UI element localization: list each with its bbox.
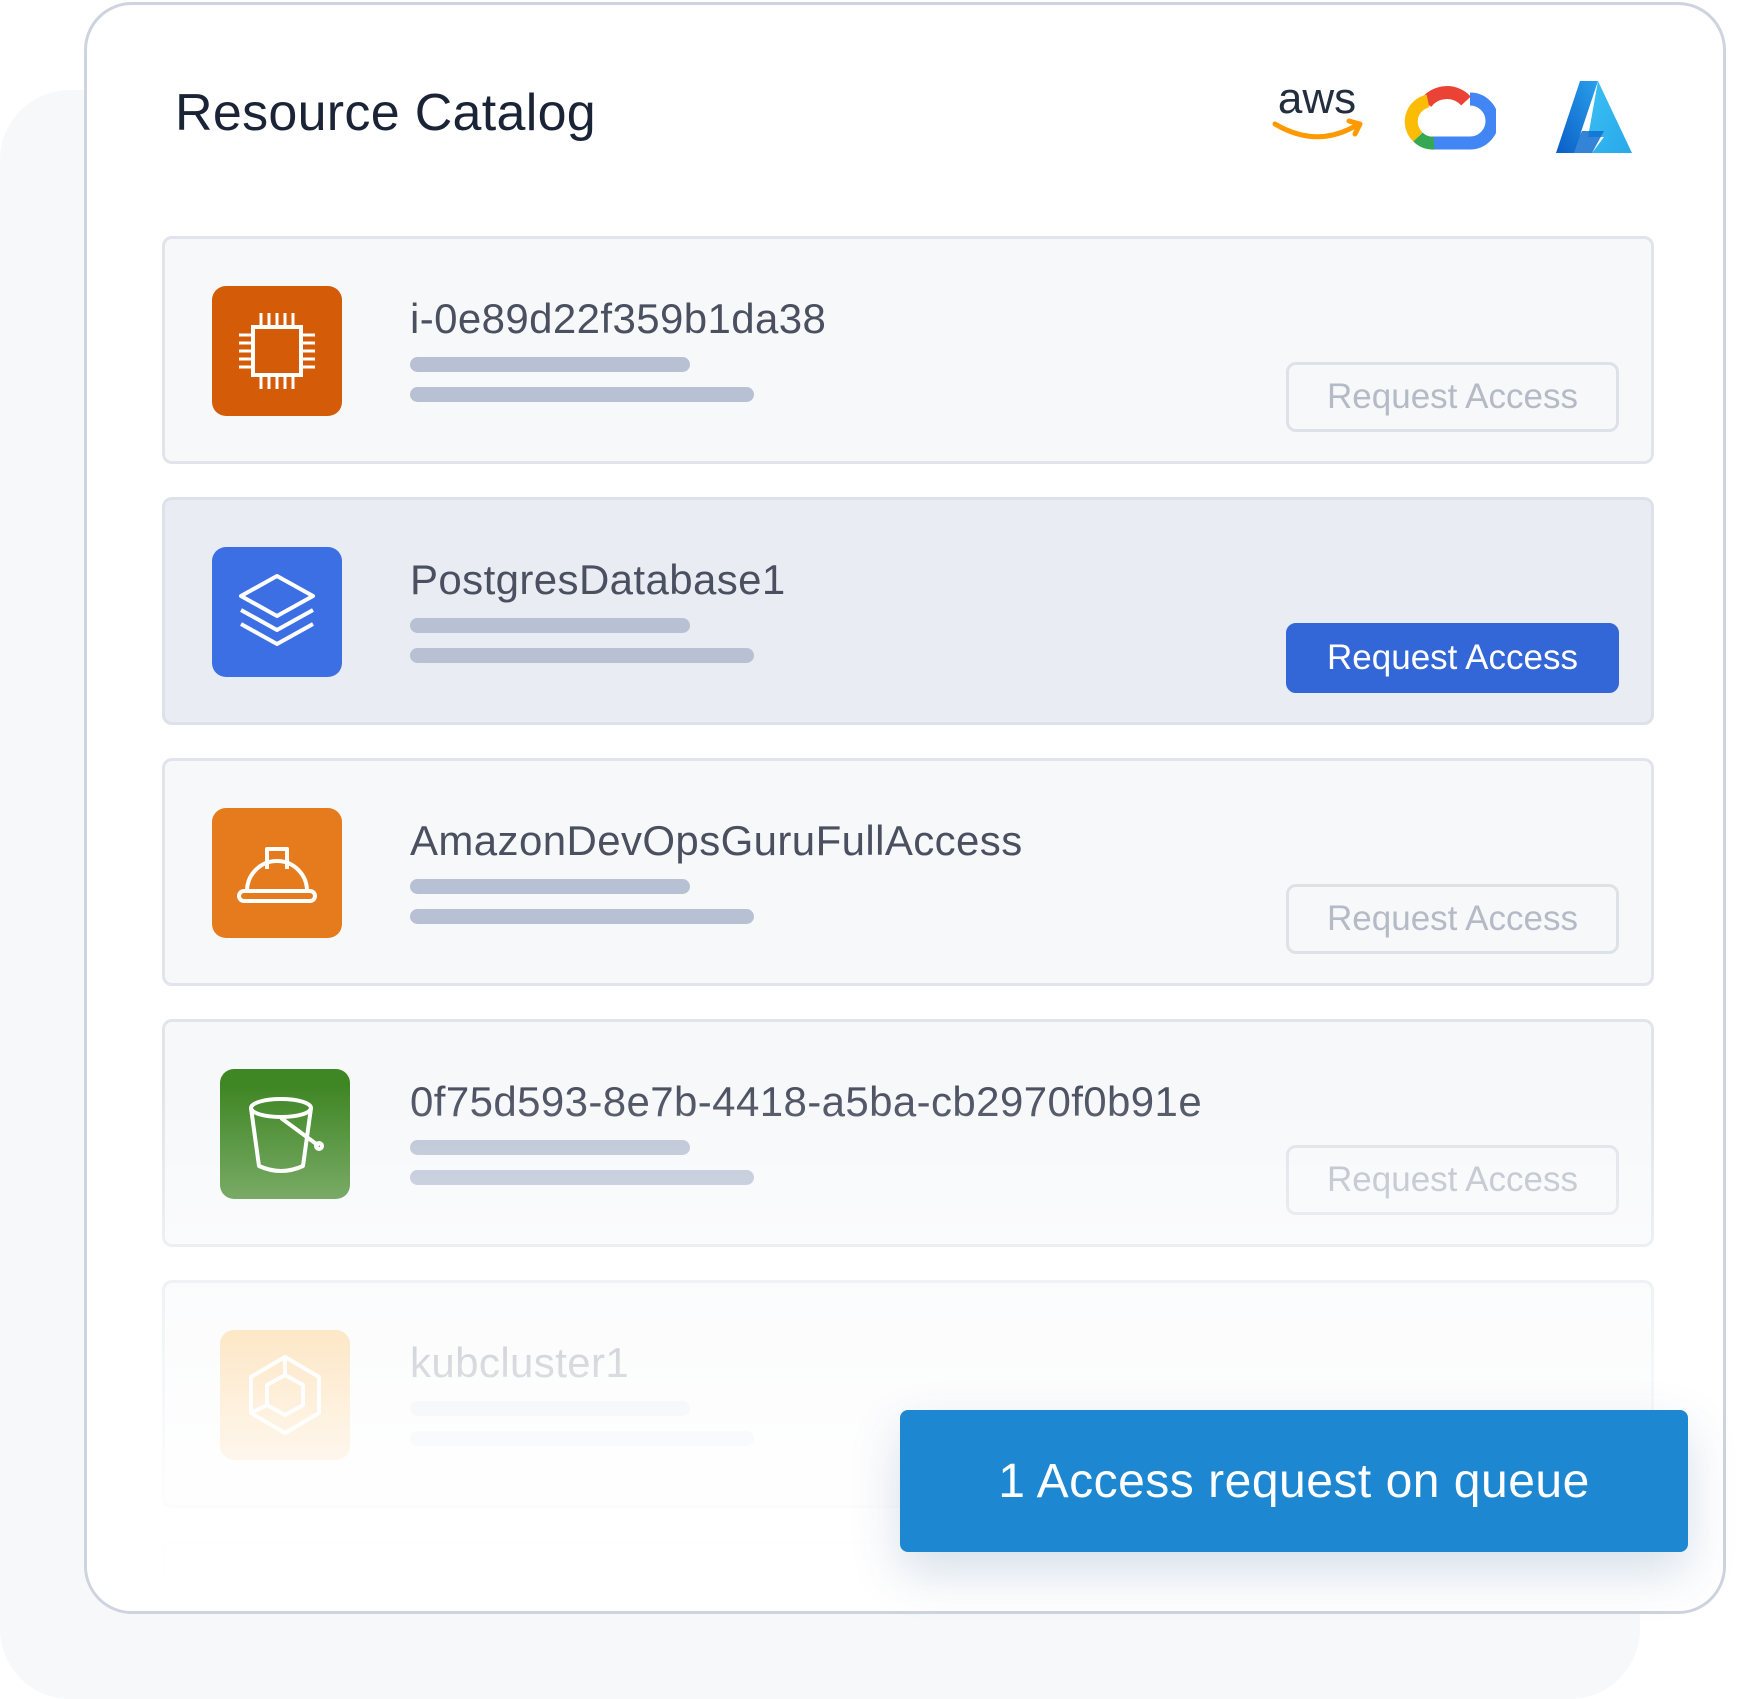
kubernetes-cluster-icon: [220, 1330, 350, 1460]
description-placeholder: [410, 909, 754, 924]
page-title: Resource Catalog: [175, 84, 597, 142]
aws-wordmark: aws: [1278, 79, 1356, 123]
description-placeholder: [410, 1170, 754, 1185]
description-placeholder: [410, 648, 754, 663]
database-layers-icon: [212, 547, 342, 677]
resource-row[interactable]: PostgresDatabase1 Request Access: [162, 497, 1654, 725]
google-cloud-logo: [1404, 79, 1496, 151]
cpu-chip-icon: [212, 286, 342, 416]
bucket-icon: [220, 1069, 350, 1199]
resource-row[interactable]: 0f75d593-8e7b-4418-a5ba-cb2970f0b91e Req…: [162, 1019, 1654, 1247]
request-access-button[interactable]: Request Access: [1286, 884, 1619, 954]
access-queue-banner[interactable]: 1 Access request on queue: [900, 1410, 1688, 1552]
aws-logo: aws: [1267, 79, 1367, 149]
resource-row[interactable]: i-0e89d22f359b1da38 Request Access: [162, 236, 1654, 464]
description-placeholder: [410, 1401, 690, 1416]
request-access-button[interactable]: Request Access: [1286, 623, 1619, 693]
resource-name: i-0e89d22f359b1da38: [410, 295, 827, 342]
cloud-provider-logos: aws: [1267, 79, 1647, 169]
azure-logo: [1554, 79, 1634, 155]
description-placeholder: [410, 1431, 754, 1446]
description-placeholder: [410, 879, 690, 894]
description-placeholder: [410, 1140, 690, 1155]
resource-name: kubcluster1: [410, 1339, 630, 1386]
resource-row[interactable]: AmazonDevOpsGuruFullAccess Request Acces…: [162, 758, 1654, 986]
description-placeholder: [410, 357, 690, 372]
description-placeholder: [410, 387, 754, 402]
request-access-button[interactable]: Request Access: [1286, 1145, 1619, 1215]
description-placeholder: [410, 618, 690, 633]
resource-name: 0f75d593-8e7b-4418-a5ba-cb2970f0b91e: [410, 1078, 1203, 1125]
hard-hat-icon: [212, 808, 342, 938]
resource-name: PostgresDatabase1: [410, 556, 786, 603]
resource-catalog-panel: Resource Catalog aws i-0e89d22f359b1da38…: [84, 2, 1726, 1614]
request-access-button[interactable]: Request Access: [1286, 362, 1619, 432]
resource-name: AmazonDevOpsGuruFullAccess: [410, 817, 1023, 864]
